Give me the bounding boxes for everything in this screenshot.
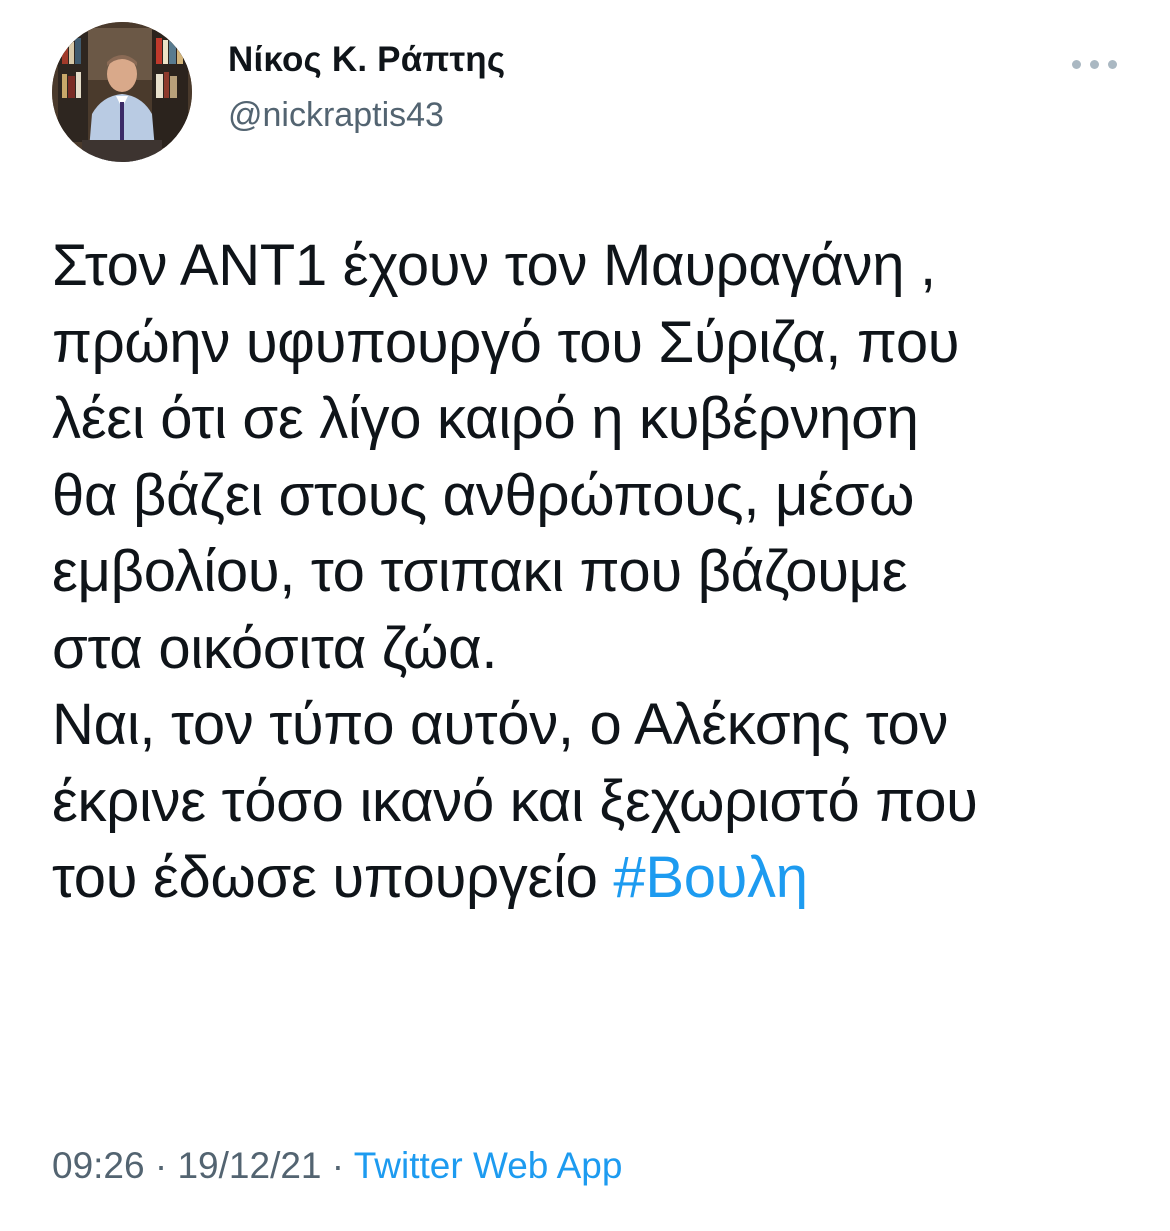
tweet-header: Νίκος Κ. Ράπτης @nickraptis43 xyxy=(52,22,1118,168)
dot-icon xyxy=(1090,60,1099,69)
tweet-date[interactable]: 19/12/21 xyxy=(177,1145,321,1186)
tweet-last-line: του έδωσε υπουργείο #Βουλη xyxy=(52,840,1132,917)
tweet-line: Στον ΑΝΤ1 έχουν τον Μαυραγάνη , xyxy=(52,233,936,298)
author-display-name[interactable]: Νίκος Κ. Ράπτης xyxy=(228,38,505,82)
tweet-line: πρώην υφυπουργό του Σύριζα, που xyxy=(52,309,960,375)
person-avatar-photo xyxy=(52,22,192,162)
avatar[interactable] xyxy=(52,22,192,162)
tweet-line: έκρινε τόσο ικανό και ξεχωριστό που xyxy=(52,768,978,834)
more-options-icon[interactable] xyxy=(1070,54,1118,74)
tweet-time[interactable]: 09:26 xyxy=(52,1145,145,1186)
tweet-meta: 09:26 · 19/12/21 · Twitter Web App xyxy=(52,1142,622,1190)
dot-icon xyxy=(1108,60,1117,69)
tweet-line: στα οικόσιτα ζώα. xyxy=(52,615,498,681)
author-handle[interactable]: @nickraptis43 xyxy=(228,92,505,138)
tweet-card: Νίκος Κ. Ράπτης @nickraptis43 Στον ΑΝΤ1 … xyxy=(0,0,1170,1231)
tweet-source-link[interactable]: Twitter Web App xyxy=(354,1145,623,1186)
tweet-line: λέει ότι σε λίγο καιρό η κυβέρνηση xyxy=(52,386,919,451)
dot-icon xyxy=(1072,60,1081,69)
tweet-line: εμβολίου, το τσιπακι που βάζουμε xyxy=(52,539,908,604)
tweet-line: θα βάζει στους ανθρώπους, μέσω xyxy=(52,462,915,528)
tweet-line: Ναι, τον τύπο αυτόν, ο Αλέκσης τον xyxy=(52,692,949,757)
tweet-line-text: του έδωσε υπουργείο xyxy=(52,845,614,910)
hashtag-link[interactable]: #Βουλη xyxy=(613,845,808,910)
author-info[interactable]: Νίκος Κ. Ράπτης @nickraptis43 xyxy=(228,38,505,138)
separator: · xyxy=(321,1145,354,1186)
tweet-text: Στον ΑΝΤ1 έχουν τον Μαυραγάνη , πρώην υφ… xyxy=(52,228,1132,917)
separator: · xyxy=(144,1145,178,1186)
